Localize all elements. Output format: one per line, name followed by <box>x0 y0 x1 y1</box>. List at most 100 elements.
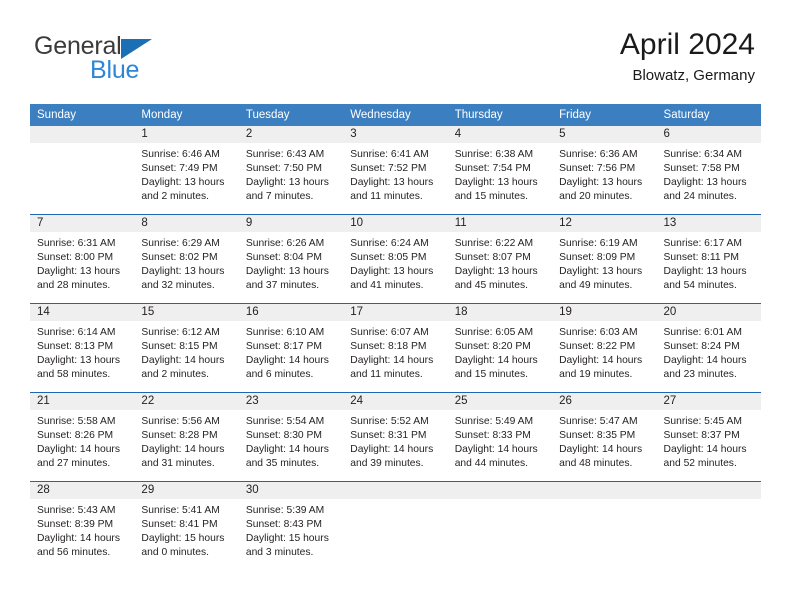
daylight-text-cont: and 15 minutes. <box>454 191 528 202</box>
page-subtitle: Blowatz, Germany <box>632 66 755 84</box>
calendar-week-row: 7 8 9 10 11 12 13 Sunrise: 6:31 AM Sunset: 8:00 … <box>30 214 761 303</box>
day-number-27[interactable]: 27 <box>657 393 761 410</box>
day-cell-6[interactable]: Sunrise: 6:34 AM Sunset: 7:58 PM Daylight:… <box>657 143 761 214</box>
daylight-text-cont: and 28 minutes. <box>37 280 111 291</box>
day-cell-2[interactable]: Sunrise: 6:43 AM Sunset: 7:50 PM Daylight:… <box>239 143 343 214</box>
day-number-24[interactable]: 24 <box>343 393 447 410</box>
daylight-text-cont: and 31 minutes. <box>141 458 215 469</box>
day-cell-11[interactable]: Sunrise: 6:22 AM Sunset: 8:07 PM Daylight:… <box>448 232 552 303</box>
day-number-12[interactable]: 12 <box>552 215 656 232</box>
daylight-text-cont: and 37 minutes. <box>245 280 320 291</box>
day-cell-26[interactable]: Sunrise: 5:47 AM Sunset: 8:35 PM Daylight:… <box>552 410 656 481</box>
day-cell-13[interactable]: Sunrise: 6:17 AM Sunset: 8:11 PM Daylight:… <box>657 232 761 303</box>
sunset-text: Sunset: 8:41 PM <box>141 519 218 530</box>
daylight-text: Daylight: 14 hours <box>663 355 747 366</box>
day-number-23[interactable]: 23 <box>239 393 343 410</box>
day-number-13[interactable]: 13 <box>657 215 761 232</box>
day-cell-8[interactable]: Sunrise: 6:29 AM Sunset: 8:02 PM Daylight:… <box>134 232 238 303</box>
day-cell-29[interactable]: Sunrise: 5:41 AM Sunset: 8:41 PM Daylight:… <box>134 499 238 571</box>
day-number-9[interactable]: 9 <box>239 215 343 232</box>
day-number-5[interactable]: 5 <box>552 126 656 143</box>
day-cell-27[interactable]: Sunrise: 5:45 AM Sunset: 8:37 PM Daylight:… <box>657 410 761 481</box>
day-number-21[interactable]: 21 <box>30 393 134 410</box>
day-number-14[interactable]: 14 <box>30 304 134 321</box>
sunrise-text: Sunrise: 6:34 AM <box>663 149 742 160</box>
day-cell-30[interactable]: Sunrise: 5:39 AM Sunset: 8:43 PM Daylight:… <box>239 499 343 571</box>
day-number-1[interactable]: 1 <box>134 126 238 143</box>
sunrise-text: Sunrise: 6:24 AM <box>350 238 429 249</box>
day-number-17[interactable]: 17 <box>343 304 447 321</box>
sunrise-text: Sunrise: 6:03 AM <box>559 327 638 338</box>
day-number-28[interactable]: 28 <box>30 482 134 499</box>
day-number-11[interactable]: 11 <box>448 215 552 232</box>
day-number-8[interactable]: 8 <box>134 215 238 232</box>
calendar-page: General Blue April 2024 Blowatz, Germany… <box>0 0 792 612</box>
day-cell-17[interactable]: Sunrise: 6:07 AM Sunset: 8:18 PM Daylight:… <box>343 321 447 392</box>
sunset-text: Sunset: 8:39 PM <box>37 519 114 530</box>
day-cell-14[interactable]: Sunrise: 6:14 AM Sunset: 8:13 PM Daylight:… <box>30 321 134 392</box>
day-number-16[interactable]: 16 <box>239 304 343 321</box>
sunset-text: Sunset: 8:00 PM <box>37 252 114 263</box>
daylight-text: Daylight: 13 hours <box>663 266 747 277</box>
day-cell-9[interactable]: Sunrise: 6:26 AM Sunset: 8:04 PM Daylight:… <box>239 232 343 303</box>
day-number-19[interactable]: 19 <box>552 304 656 321</box>
day-cell-15[interactable]: Sunrise: 6:12 AM Sunset: 8:15 PM Daylight:… <box>134 321 238 392</box>
day-cell-21[interactable]: Sunrise: 5:58 AM Sunset: 8:26 PM Daylight:… <box>30 410 134 481</box>
general-blue-logo[interactable]: General Blue <box>34 34 214 90</box>
day-cell-18[interactable]: Sunrise: 6:05 AM Sunset: 8:20 PM Daylight:… <box>448 321 552 392</box>
day-number-empty <box>30 126 134 143</box>
day-cell-10[interactable]: Sunrise: 6:24 AM Sunset: 8:05 PM Daylight:… <box>343 232 447 303</box>
day-cell-4[interactable]: Sunrise: 6:38 AM Sunset: 7:54 PM Daylight:… <box>448 143 552 214</box>
daylight-text: Daylight: 13 hours <box>454 177 538 188</box>
day-cell-24[interactable]: Sunrise: 5:52 AM Sunset: 8:31 PM Daylight:… <box>343 410 447 481</box>
day-number-2[interactable]: 2 <box>239 126 343 143</box>
day-number-18[interactable]: 18 <box>448 304 552 321</box>
day-cell-7[interactable]: Sunrise: 6:31 AM Sunset: 8:00 PM Daylight:… <box>30 232 134 303</box>
day-cell-23[interactable]: Sunrise: 5:54 AM Sunset: 8:30 PM Daylight:… <box>239 410 343 481</box>
daylight-text: Daylight: 14 hours <box>663 444 747 455</box>
logo-text-blue: Blue <box>90 56 140 84</box>
sunrise-text: Sunrise: 5:58 AM <box>37 416 116 427</box>
day-cell-5[interactable]: Sunrise: 6:36 AM Sunset: 7:56 PM Daylight:… <box>552 143 656 214</box>
daylight-text-cont: and 27 minutes. <box>37 458 111 469</box>
weekday-header-friday: Friday <box>559 109 592 121</box>
day-number-empty <box>552 482 656 499</box>
day-number-band: 14 15 16 17 18 19 20 <box>30 304 761 321</box>
day-number-15[interactable]: 15 <box>134 304 238 321</box>
daylight-text-cont: and 48 minutes. <box>559 458 633 469</box>
day-cell-1[interactable]: Sunrise: 6:46 AM Sunset: 7:49 PM Daylight:… <box>134 143 238 214</box>
day-number-10[interactable]: 10 <box>343 215 447 232</box>
sunset-text: Sunset: 8:33 PM <box>454 430 531 441</box>
day-cell-19[interactable]: Sunrise: 6:03 AM Sunset: 8:22 PM Daylight:… <box>552 321 656 392</box>
day-cell-12[interactable]: Sunrise: 6:19 AM Sunset: 8:09 PM Daylight:… <box>552 232 656 303</box>
daylight-text: Daylight: 13 hours <box>141 177 225 188</box>
sunset-text: Sunset: 8:13 PM <box>37 341 114 352</box>
sunrise-text: Sunrise: 6:31 AM <box>37 238 116 249</box>
day-number-6[interactable]: 6 <box>657 126 761 143</box>
day-number-29[interactable]: 29 <box>134 482 238 499</box>
day-number-7[interactable]: 7 <box>30 215 134 232</box>
day-number-3[interactable]: 3 <box>343 126 447 143</box>
sunrise-text: Sunrise: 5:47 AM <box>559 416 638 427</box>
day-cell-25[interactable]: Sunrise: 5:49 AM Sunset: 8:33 PM Daylight:… <box>448 410 552 481</box>
day-cell-22[interactable]: Sunrise: 5:56 AM Sunset: 8:28 PM Daylight:… <box>134 410 238 481</box>
day-number-30[interactable]: 30 <box>239 482 343 499</box>
day-cell-28[interactable]: Sunrise: 5:43 AM Sunset: 8:39 PM Daylight:… <box>30 499 134 571</box>
day-cell-empty <box>30 143 134 214</box>
daylight-text: Daylight: 14 hours <box>37 444 120 455</box>
sunrise-text: Sunrise: 6:19 AM <box>559 238 638 249</box>
day-detail-band: Sunrise: 5:43 AM Sunset: 8:39 PM Daylight:… <box>30 499 761 571</box>
sunset-text: Sunset: 8:26 PM <box>37 430 114 441</box>
day-cell-3[interactable]: Sunrise: 6:41 AM Sunset: 7:52 PM Daylight:… <box>343 143 447 214</box>
day-number-4[interactable]: 4 <box>448 126 552 143</box>
day-cell-16[interactable]: Sunrise: 6:10 AM Sunset: 8:17 PM Daylight:… <box>239 321 343 392</box>
day-cell-20[interactable]: Sunrise: 6:01 AM Sunset: 8:24 PM Daylight:… <box>657 321 761 392</box>
day-cell-empty <box>657 499 761 571</box>
sunrise-text: Sunrise: 5:56 AM <box>141 416 220 427</box>
sunrise-text: Sunrise: 5:39 AM <box>245 505 325 516</box>
calendar-weeks: 1 2 3 4 5 6 Sunrise: 6:46 AM Sunset: 7:49 PM Day… <box>30 126 761 571</box>
day-number-25[interactable]: 25 <box>448 393 552 410</box>
day-number-20[interactable]: 20 <box>657 304 761 321</box>
day-number-22[interactable]: 22 <box>134 393 238 410</box>
day-number-26[interactable]: 26 <box>552 393 656 410</box>
